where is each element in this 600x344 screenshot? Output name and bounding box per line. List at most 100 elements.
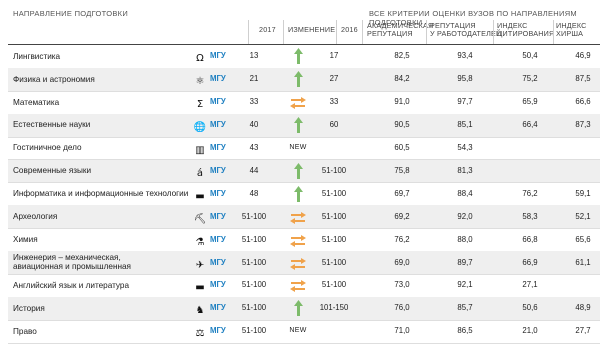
letter-a-icon: á xyxy=(194,165,206,179)
table-row[interactable]: Математика Σ МГУ 33 33 91,0 97,7 65,9 66,6 xyxy=(8,91,600,115)
new-badge: NEW xyxy=(289,326,307,334)
academic-reputation: 82,5 xyxy=(394,51,410,61)
excavator-icon: ⛏ xyxy=(194,211,207,225)
rank-2017: 44 xyxy=(249,165,259,175)
university-link[interactable]: МГУ xyxy=(210,51,226,60)
table-row[interactable]: Инженерия – механическая, авиационная и … xyxy=(8,251,600,275)
employer-reputation: 88,4 xyxy=(457,188,473,198)
new-badge: NEW xyxy=(289,143,307,151)
employer-reputation: 81,3 xyxy=(457,165,473,175)
rank-2017: 40 xyxy=(249,120,259,130)
employer-reputation: 89,7 xyxy=(457,257,473,267)
svg-text:Σ: Σ xyxy=(197,99,203,109)
svg-text:▥: ▥ xyxy=(195,145,204,155)
table-row[interactable]: Лингвистика Ω МГУ 13 17 82,5 93,4 50,4 46,9 xyxy=(8,45,600,69)
citation-index: 58,3 xyxy=(522,211,538,221)
university-link[interactable]: МГУ xyxy=(210,212,226,221)
table-row[interactable]: Химия ⚗ МГУ 51-100 51-100 76,2 88,0 66,8 65,6 xyxy=(8,228,600,253)
university-link[interactable]: МГУ xyxy=(210,189,226,198)
table-row[interactable]: Физика и астрономия ⚛ МГУ 21 27 84,2 95,8 75,2 8… xyxy=(8,67,600,92)
table-row[interactable]: Современные языки á МГУ 44 51-100 75,8 81,3 xyxy=(8,159,600,184)
subject-name: Современные языки xyxy=(13,166,92,176)
hirsch-index: 65,6 xyxy=(575,234,591,244)
citation-index: 75,2 xyxy=(522,74,538,84)
svg-text:▬: ▬ xyxy=(195,282,204,292)
employer-reputation: 92,0 xyxy=(457,211,473,221)
academic-reputation: 69,0 xyxy=(394,257,410,267)
divider xyxy=(426,20,427,44)
divider xyxy=(283,20,284,44)
citation-index: 21,0 xyxy=(522,326,538,336)
svg-text:♞: ♞ xyxy=(196,305,205,315)
academic-reputation: 71,0 xyxy=(394,326,410,336)
rank-2016: 33 xyxy=(329,97,339,107)
subject-name: История xyxy=(13,303,45,313)
hirsch-index: 59,1 xyxy=(575,188,591,198)
omega-icon: Ω xyxy=(194,50,206,64)
academic-reputation: 60,5 xyxy=(394,143,410,153)
divider xyxy=(336,20,337,44)
airplane-icon: ✈ xyxy=(194,257,206,271)
col-academic-header: АКАДЕМИЧЕСКАЯ РЕПУТАЦИЯ xyxy=(367,21,434,38)
swap-arrows-icon xyxy=(290,96,306,114)
rank-2016: 51-100 xyxy=(321,234,347,244)
atom-icon: ⚛ xyxy=(194,73,206,87)
subject-name: Археология xyxy=(13,212,58,222)
up-arrow-icon xyxy=(294,162,303,184)
table-row[interactable]: Информатика и информационные технологии ▬… xyxy=(8,182,600,207)
university-link[interactable]: МГУ xyxy=(210,74,226,83)
rank-2017: 51-100 xyxy=(241,211,267,221)
employer-reputation: 88,0 xyxy=(457,234,473,244)
employer-reputation: 95,8 xyxy=(457,74,473,84)
subject-name: Математика xyxy=(13,97,60,107)
university-link[interactable]: МГУ xyxy=(210,303,226,312)
subject-name: Право xyxy=(13,326,37,336)
rank-2017: 51-100 xyxy=(241,234,267,244)
employer-reputation: 85,1 xyxy=(457,120,473,130)
rank-2016: 51-100 xyxy=(321,257,347,267)
svg-text:🌐: 🌐 xyxy=(194,120,206,132)
university-link[interactable]: МГУ xyxy=(210,97,226,106)
hirsch-index: 52,1 xyxy=(575,211,591,221)
table-row[interactable]: Гостиничное дело ▥ МГУ 43 60,5 54,3 NEW xyxy=(8,137,600,161)
rank-2017: 48 xyxy=(249,188,259,198)
academic-reputation: 90,5 xyxy=(394,120,410,130)
divider xyxy=(362,20,363,44)
university-link[interactable]: МГУ xyxy=(210,166,226,175)
hirsch-index: 46,9 xyxy=(575,51,591,61)
academic-reputation: 73,0 xyxy=(394,280,410,290)
university-link[interactable]: МГУ xyxy=(210,258,226,267)
subject-name: Английский язык и литература xyxy=(13,280,130,290)
svg-text:⚗: ⚗ xyxy=(196,237,205,247)
scales-icon: ⚖ xyxy=(194,325,206,339)
citation-index: 27,1 xyxy=(522,280,538,290)
section-label: НАПРАВЛЕНИЕ ПОДГОТОВКИ xyxy=(13,9,129,18)
subject-name: Информатика и информационные технологии xyxy=(13,189,189,199)
subject-name: Химия xyxy=(13,234,38,244)
sigma-icon: Σ xyxy=(194,96,206,110)
svg-text:▬: ▬ xyxy=(195,191,204,201)
rank-2016: 51-100 xyxy=(321,280,347,290)
table-row[interactable]: Право ⚖ МГУ 51-100 71,0 86,5 21,0 27,7 NEW xyxy=(8,320,600,344)
table-row[interactable]: Английский язык и литература ▬ МГУ 51-100 51… xyxy=(8,274,600,298)
university-link[interactable]: МГУ xyxy=(210,235,226,244)
table-row[interactable]: Естественные науки 🌐 МГУ 40 60 90,5 85,1 66,4 87… xyxy=(8,113,600,138)
col-change-header: ИЗМЕНЕНИЕ xyxy=(288,25,336,34)
divider xyxy=(493,20,494,44)
globe-icon: 🌐 xyxy=(194,119,206,133)
swap-arrows-icon xyxy=(290,279,306,297)
table-row[interactable]: Археология ⛏ МГУ 51-100 51-100 69,2 92,0 58,3 52… xyxy=(8,205,600,230)
university-link[interactable]: МГУ xyxy=(210,143,226,152)
university-link[interactable]: МГУ xyxy=(210,120,226,129)
employer-reputation: 54,3 xyxy=(457,143,473,153)
flask-icon: ⚗ xyxy=(194,234,206,248)
academic-reputation: 75,8 xyxy=(394,165,410,175)
university-link[interactable]: МГУ xyxy=(210,326,226,335)
citation-index: 66,4 xyxy=(522,120,538,130)
svg-text:✈: ✈ xyxy=(196,260,204,270)
academic-reputation: 76,2 xyxy=(394,234,410,244)
university-link[interactable]: МГУ xyxy=(210,280,226,289)
table-row[interactable]: История ♞ МГУ 51-100 101-150 76,0 85,7 50,6 48,9 xyxy=(8,296,600,321)
up-arrow-icon xyxy=(294,300,303,321)
citation-index: 76,2 xyxy=(522,188,538,198)
